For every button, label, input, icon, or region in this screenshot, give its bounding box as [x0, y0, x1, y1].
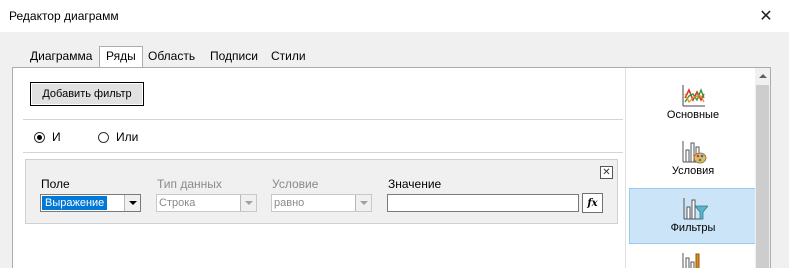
- radio-or-label: Или: [116, 130, 139, 144]
- scroll-thumb[interactable]: [756, 85, 769, 268]
- line-chart-icon: [682, 85, 705, 107]
- vertical-scrollbar[interactable]: [755, 68, 770, 268]
- data-type-label: Тип данных: [157, 177, 222, 191]
- fx-icon: fx: [587, 197, 598, 209]
- chart-sort-icon: [682, 253, 700, 268]
- data-type-select-value: Строка: [159, 197, 196, 209]
- filter-editor: Добавить фильтр И Или ✕ Поле Тип данных …: [13, 68, 625, 268]
- tab-content: Добавить фильтр И Или ✕ Поле Тип данных …: [12, 67, 771, 268]
- dropdown-button: [240, 195, 256, 211]
- condition-select: равно: [271, 194, 372, 212]
- add-filter-button[interactable]: Добавить фильтр: [30, 82, 144, 106]
- value-input[interactable]: [387, 194, 579, 212]
- tab-labels[interactable]: Подписи: [210, 49, 258, 63]
- sidebar-item-filters[interactable]: Фильтры: [629, 188, 757, 244]
- chevron-down-icon: [244, 201, 253, 205]
- separator: [23, 152, 623, 153]
- radio-button[interactable]: [34, 131, 45, 143]
- close-icon: ✕: [759, 8, 773, 25]
- dropdown-button: [355, 195, 371, 211]
- sidebar-item-label: Условия: [671, 165, 715, 177]
- tab-styles[interactable]: Стили: [271, 49, 306, 63]
- tab-series[interactable]: Ряды: [99, 46, 143, 68]
- field-select-value: Выражение: [42, 196, 108, 210]
- dropdown-button[interactable]: [124, 195, 140, 211]
- radio-button[interactable]: [98, 131, 109, 143]
- tab-bar: Диаграмма Ряды Область Подписи Стили: [0, 44, 789, 68]
- chevron-down-icon: [128, 201, 137, 205]
- chevron-up-icon: [758, 73, 767, 78]
- window-title: Редактор диаграмм: [9, 9, 119, 23]
- close-button[interactable]: ✕: [743, 0, 789, 32]
- chart-filter-icon: [683, 198, 708, 220]
- remove-filter-button[interactable]: ✕: [600, 166, 613, 179]
- tab-chart[interactable]: Диаграмма: [30, 49, 92, 63]
- sidebar-item-label: Основные: [666, 109, 720, 121]
- radio-and[interactable]: И: [34, 130, 61, 144]
- filter-row: ✕ Поле Тип данных Условие Значение Выраж…: [25, 159, 618, 224]
- tab-area[interactable]: Область: [148, 49, 195, 63]
- chart-palette-icon: [682, 141, 707, 164]
- condition-label: Условие: [272, 177, 319, 191]
- sidebar-item-conditions[interactable]: Условия: [629, 132, 757, 188]
- chevron-down-icon: [359, 201, 368, 205]
- field-label: Поле: [41, 177, 70, 191]
- sidebar-item-label: Фильтры: [670, 222, 716, 234]
- sidebar-item-sort[interactable]: [629, 244, 757, 268]
- field-select[interactable]: Выражение: [40, 194, 141, 212]
- value-label: Значение: [388, 177, 442, 191]
- title-bar: Редактор диаграмм ✕: [0, 0, 789, 32]
- expression-button[interactable]: fx: [582, 193, 603, 213]
- condition-select-value: равно: [274, 197, 305, 209]
- sidebar: Основные Условия Фильтры: [625, 68, 770, 268]
- separator: [23, 119, 623, 120]
- radio-or[interactable]: Или: [98, 130, 138, 144]
- scroll-up-button[interactable]: [755, 68, 770, 83]
- data-type-select: Строка: [156, 194, 257, 212]
- radio-and-label: И: [52, 130, 61, 144]
- sidebar-item-main[interactable]: Основные: [629, 76, 757, 132]
- close-icon: ✕: [602, 167, 611, 178]
